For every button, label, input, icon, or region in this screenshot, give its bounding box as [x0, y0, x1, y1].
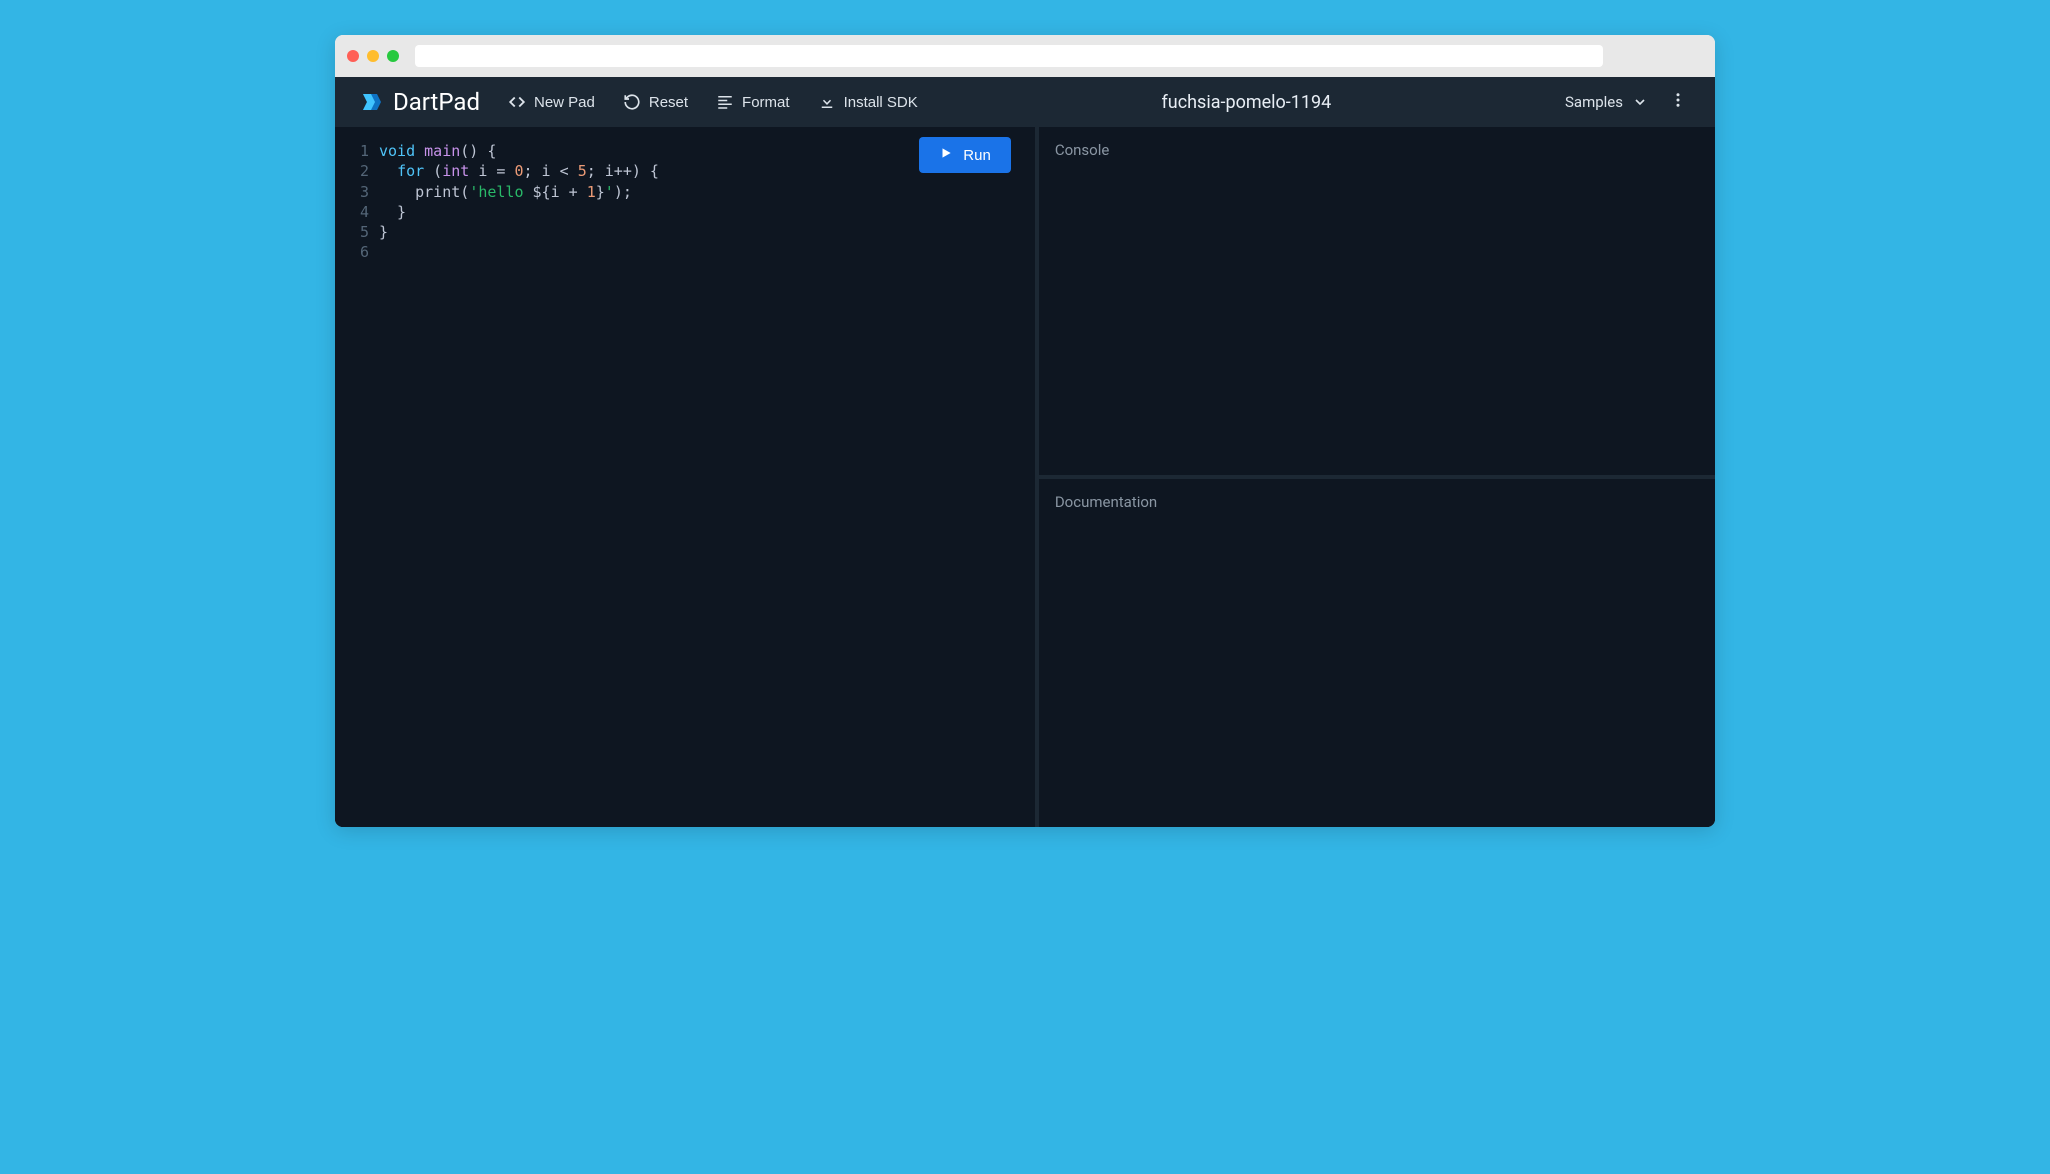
main-content: Run 1void main() {2 for (int i = 0; i < …	[335, 127, 1715, 827]
logo[interactable]: DartPad	[359, 88, 480, 116]
console-panel: Console	[1039, 127, 1715, 475]
download-icon	[818, 93, 836, 111]
samples-label: Samples	[1565, 93, 1623, 111]
code-line[interactable]: 6	[335, 242, 1035, 262]
browser-chrome	[335, 35, 1715, 77]
pad-title: fuchsia-pomelo-1194	[936, 92, 1557, 113]
editor-panel[interactable]: Run 1void main() {2 for (int i = 0; i < …	[335, 127, 1039, 827]
more-menu-button[interactable]	[1665, 87, 1691, 117]
chevron-down-icon	[1631, 93, 1649, 111]
format-label: Format	[742, 94, 790, 111]
samples-dropdown[interactable]: Samples	[1565, 93, 1649, 111]
code-line[interactable]: 5}	[335, 222, 1035, 242]
line-code[interactable]: print('hello ${i + 1}');	[379, 182, 1035, 202]
line-number: 4	[335, 202, 379, 222]
nav-right: Samples	[1565, 87, 1691, 117]
line-number: 1	[335, 141, 379, 161]
app-container: DartPad New Pad Reset	[335, 77, 1715, 827]
run-button[interactable]: Run	[919, 137, 1011, 173]
line-number: 6	[335, 242, 379, 262]
line-number: 5	[335, 222, 379, 242]
minimize-window-button[interactable]	[367, 50, 379, 62]
line-code[interactable]: }	[379, 222, 1035, 242]
more-vert-icon	[1669, 91, 1687, 109]
refresh-icon	[623, 93, 641, 111]
line-code[interactable]	[379, 242, 1035, 262]
navbar: DartPad New Pad Reset	[335, 77, 1715, 127]
code-line[interactable]: 4 }	[335, 202, 1035, 222]
code-icon	[508, 93, 526, 111]
logo-text: DartPad	[393, 88, 480, 116]
install-sdk-label: Install SDK	[844, 94, 918, 111]
format-align-icon	[716, 93, 734, 111]
new-pad-button[interactable]: New Pad	[498, 87, 605, 117]
new-pad-label: New Pad	[534, 94, 595, 111]
run-label: Run	[963, 147, 991, 164]
code-line[interactable]: 3 print('hello ${i + 1}');	[335, 182, 1035, 202]
traffic-lights	[347, 50, 399, 62]
documentation-panel: Documentation	[1039, 479, 1715, 827]
browser-window: DartPad New Pad Reset	[335, 35, 1715, 827]
line-number: 2	[335, 161, 379, 181]
close-window-button[interactable]	[347, 50, 359, 62]
line-number: 3	[335, 182, 379, 202]
reset-button[interactable]: Reset	[613, 87, 698, 117]
format-button[interactable]: Format	[706, 87, 800, 117]
dart-logo-icon	[359, 90, 383, 114]
play-icon	[939, 146, 953, 164]
line-code[interactable]: }	[379, 202, 1035, 222]
console-title: Console	[1055, 141, 1699, 159]
documentation-title: Documentation	[1055, 493, 1699, 511]
maximize-window-button[interactable]	[387, 50, 399, 62]
right-side-panels: Console Documentation	[1039, 127, 1715, 827]
install-sdk-button[interactable]: Install SDK	[808, 87, 928, 117]
reset-label: Reset	[649, 94, 688, 111]
url-bar[interactable]	[415, 45, 1603, 67]
